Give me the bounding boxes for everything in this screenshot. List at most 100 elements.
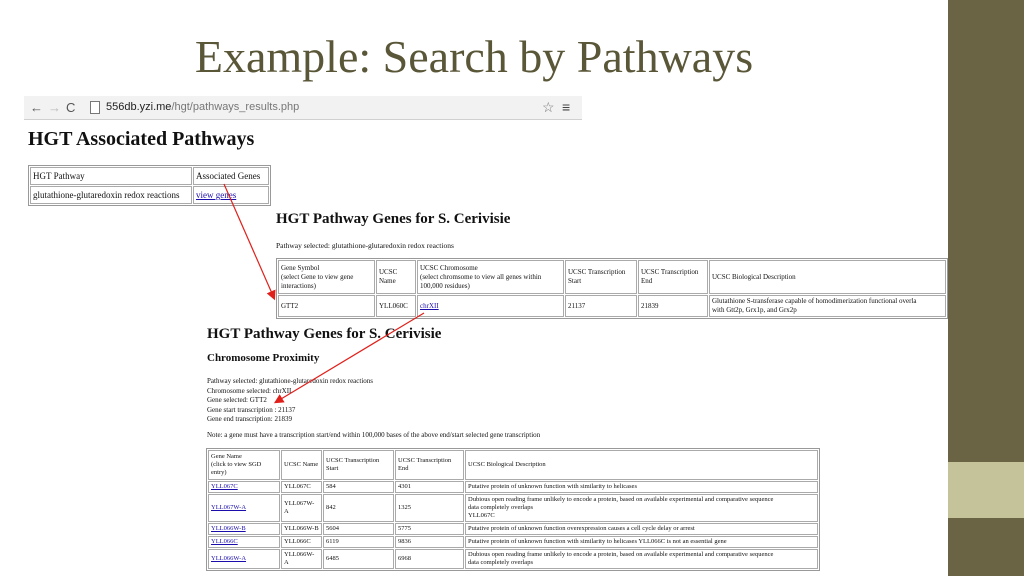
header-line: interactions) [281,281,316,290]
transcription-end: 9836 [395,536,464,548]
transcription-end: 4301 [395,481,464,493]
gene-link[interactable]: YLL066C [211,538,238,545]
header-ucsc-chromosome: UCSC Chromosome (select chromsome to vie… [417,260,564,294]
browser-screenshot: ← → C 556db.yzi.me/hgt/pathways_results.… [24,96,582,222]
forward-arrow-icon[interactable]: → [48,100,61,116]
gene-link[interactable]: YLL067C [211,483,238,490]
header-line: 100,000 residues) [420,281,470,290]
transcription-end: 6968 [395,549,464,569]
info-line: Pathway selected: glutathione-glutaredox… [207,377,374,385]
table-header-row: HGT Pathway Associated Genes [30,167,269,185]
header-transcription-end: UCSC Transcription End [638,260,708,294]
description-line: with Gtt2p, Grx1p, and Grx2p [712,306,797,314]
chromosome-link[interactable]: chrXII [420,302,439,310]
transcription-end: 1325 [395,494,464,522]
description-line: YLL067C [468,512,495,519]
table-row: GTT2 YLL060C chrXII 21137 21839 Glutathi… [278,295,946,317]
transcription-start: 6119 [323,536,394,548]
header-line: UCSC Transcription [568,268,626,276]
header-line: UCSC Chromosome [420,263,478,272]
description: Putative protein of unknown function wit… [465,481,818,493]
url-path: /hgt/pathways_results.php [171,101,300,113]
table-row: YLL066C YLL066C 6119 9836 Putative prote… [208,536,818,548]
info-line: Chromosome selected: chrXII [207,386,292,395]
panel3-heading: HGT Pathway Genes for S. Cerivisie [207,326,442,342]
header-line: Name [379,277,396,285]
panel3-subheading: Chromosome Proximity [207,352,320,364]
info-line: Gene start transcription : 21137 [207,405,296,414]
description-line: Dubious open reading frame unlikely to e… [468,496,774,503]
proximity-note: Note: a gene must have a transcription s… [207,431,541,439]
view-genes-link[interactable]: view genes [196,190,236,200]
info-line: Gene selected: GTT2 [207,396,267,404]
transcription-start: 584 [323,481,394,493]
header-description: UCSC Biological Description [465,450,818,480]
bookmark-star-icon[interactable]: ☆ [542,99,555,116]
slide-title: Example: Search by Pathways [194,31,754,82]
header-line: Gene Symbol [281,263,320,272]
header-pathway: HGT Pathway [30,167,192,185]
header-line: Gene Name [211,453,242,460]
header-ucsc-name: UCSC Name [281,450,322,480]
transcription-start: 21137 [565,295,637,317]
pathway-name: glutathione-glutaredoxin redox reactions [30,186,192,204]
ucsc-name: YLL067C [281,481,322,493]
page-heading: HGT Associated Pathways [28,128,255,150]
header-transcription-start: UCSC Transcription Start [565,260,637,294]
table-row: YLL066W-A YLL066W-A 6485 6968 Dubious op… [208,549,818,569]
header-line: UCSC Transcription [398,457,452,464]
url-host: 556db.yzi.me [106,101,172,113]
gene-symbol: GTT2 [278,295,375,317]
reload-icon[interactable]: C [66,100,75,116]
ucsc-name: YLL067W-A [281,494,322,522]
description: Putative protein of unknown function wit… [465,536,818,548]
page-icon [90,101,100,114]
header-line: UCSC Transcription [641,268,699,276]
description: Putative protein of unknown function ove… [465,523,818,535]
description: Dubious open reading frame unlikely to e… [465,494,818,522]
transcription-start: 5604 [323,523,394,535]
header-line: Start [568,277,582,285]
header-transcription-start: UCSC Transcription Start [323,450,394,480]
proximity-table: Gene Name (click to view SGD entry) UCSC… [206,448,820,571]
ucsc-name: YLL066C [281,536,322,548]
gene-name-cell: YLL067W-A [208,494,280,522]
description-line: data completely overlaps [468,504,533,511]
table-row: YLL067C YLL067C 584 4301 Putative protei… [208,481,818,493]
menu-icon[interactable]: ≡ [562,99,570,115]
transcription-end: 21839 [638,295,708,317]
header-line: UCSC Transcription [326,457,380,464]
gene-link[interactable]: YLL067W-A [211,504,246,511]
header-gene-symbol: Gene Symbol (select Gene to view gene in… [278,260,375,294]
header-transcription-end: UCSC Transcription End [395,450,464,480]
description: Dubious open reading frame unlikely to e… [465,549,818,569]
ucsc-name: YLL066W-A [281,549,322,569]
description: Glutathione S-transferase capable of hom… [709,295,946,317]
browser-address-bar: ← → C 556db.yzi.me/hgt/pathways_results.… [24,96,582,120]
chromosome-cell: chrXII [417,295,564,317]
selection-info: Pathway selected: glutathione-glutaredox… [207,377,373,425]
url-field[interactable]: 556db.yzi.me/hgt/pathways_results.php [106,101,299,113]
table-row: YLL066W-B YLL066W-B 5604 5775 Putative p… [208,523,818,535]
gene-link[interactable]: YLL066W-A [211,555,246,562]
description-line: Dubious open reading frame unlikely to e… [468,551,774,558]
header-line: entry) [211,469,227,476]
pathway-table: HGT Pathway Associated Genes glutathione… [28,165,271,206]
slide-side-accent [948,462,1024,518]
header-ucsc-name: UCSC Name [376,260,416,294]
gene-link[interactable]: YLL066W-B [211,525,246,532]
description-line: data completely overlaps [468,559,533,566]
view-genes-cell: view genes [193,186,269,204]
header-line: (select chromsome to view all genes with… [420,272,542,281]
transcription-start: 842 [323,494,394,522]
ucsc-name: YLL060C [376,295,416,317]
gene-name-cell: YLL067C [208,481,280,493]
back-arrow-icon[interactable]: ← [30,100,43,116]
panel2-pathway-selected: Pathway selected: glutathione-glutaredox… [276,241,454,250]
header-line: Start [326,465,339,472]
header-associated-genes: Associated Genes [193,167,269,185]
header-line: UCSC [379,268,398,276]
panel2-heading: HGT Pathway Genes for S. Cerivisie [276,211,511,227]
header-line: (select Gene to view gene [281,272,354,281]
table-header-row: Gene Name (click to view SGD entry) UCSC… [208,450,818,480]
